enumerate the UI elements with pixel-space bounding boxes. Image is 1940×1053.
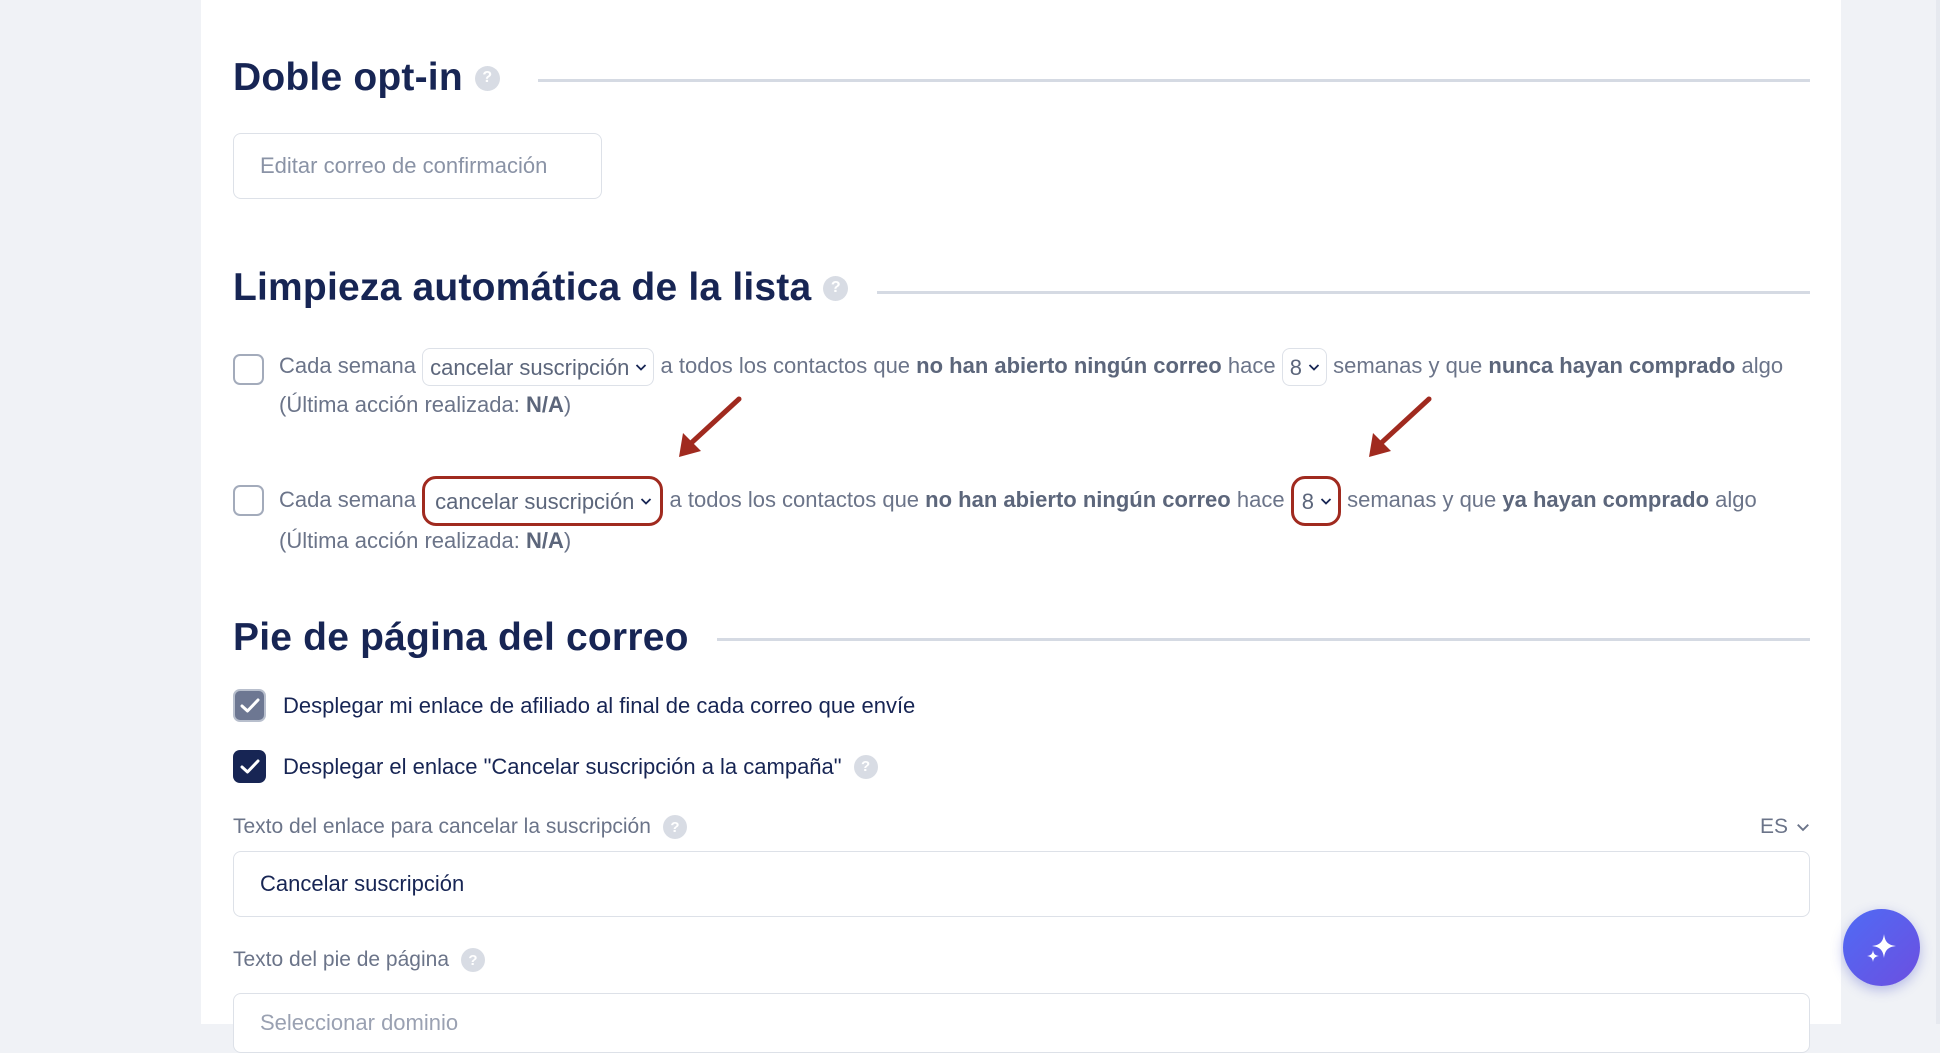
last-action-label: (Última acción realizada: <box>279 392 520 418</box>
cleanup-rule-1-text: Cada semana cancelar suscripción a todos… <box>279 347 1810 423</box>
chevron-down-icon <box>1797 824 1809 832</box>
sparkle-icon <box>1866 933 1896 962</box>
cleanup-rule-2: Cada semana cancelar suscripción a todos… <box>233 476 1810 556</box>
help-icon[interactable]: ? <box>461 948 485 972</box>
action-select[interactable]: cancelar suscripción <box>422 348 655 387</box>
rule-middle: a todos los contactos que <box>669 486 920 512</box>
last-action-value: N/A <box>526 392 564 418</box>
weeks-select[interactable]: 8 <box>1290 476 1341 526</box>
footer-text-label-text: Texto del pie de página <box>233 948 449 971</box>
cleanup-rule-1: Cada semana cancelar suscripción a todos… <box>233 347 1810 447</box>
rule-purchase: ya hayan comprado <box>1502 486 1710 512</box>
domain-select[interactable]: Seleccionar dominio <box>233 993 1810 1053</box>
affiliate-link-label: Desplegar mi enlace de afiliado al final… <box>283 692 916 718</box>
annotation-arrow-icon <box>1369 396 1432 457</box>
section-divider <box>877 291 1810 294</box>
last-action: (Última acción realizada: N/A) <box>279 526 1810 556</box>
rule-purchase: nunca hayan comprado <box>1488 353 1736 378</box>
scrollbar[interactable] <box>1936 0 1940 1024</box>
unsubscribe-link-checkbox[interactable] <box>233 750 266 783</box>
action-select-value: cancelar suscripción <box>430 354 630 380</box>
footer-title: Pie de página del correo <box>233 616 689 660</box>
double-optin-heading: Doble opt-in <box>233 56 463 99</box>
footer-text-label: Texto del pie de página ? <box>233 948 485 972</box>
rule-condition: no han abierto ningún correo <box>925 486 1231 512</box>
affiliate-link-option[interactable]: Desplegar mi enlace de afiliado al final… <box>233 689 915 722</box>
rule-prefix: Cada semana <box>279 486 416 512</box>
list-cleanup-title: Limpieza automática de la lista ? <box>233 266 849 310</box>
chevron-down-icon <box>641 498 652 505</box>
rule-hace: hace <box>1227 353 1276 378</box>
last-action: (Última acción realizada: N/A) <box>279 392 571 417</box>
unsubscribe-text-input[interactable]: Cancelar suscripción <box>233 851 1810 917</box>
action-select[interactable]: cancelar suscripción <box>422 476 664 526</box>
unsubscribe-link-option[interactable]: Desplegar el enlace "Cancelar suscripció… <box>233 750 878 783</box>
last-action-close: ) <box>563 392 572 418</box>
rule-hace: hace <box>1236 486 1285 512</box>
affiliate-link-checkbox[interactable] <box>233 689 266 722</box>
rule-suffix: algo <box>1741 353 1784 378</box>
help-icon[interactable]: ? <box>662 815 687 839</box>
rule-after-weeks: semanas y que <box>1347 486 1497 512</box>
help-icon[interactable]: ? <box>823 275 849 301</box>
chevron-down-icon <box>1308 364 1320 371</box>
help-icon[interactable]: ? <box>474 65 500 91</box>
cleanup-rule-2-checkbox[interactable] <box>233 485 264 516</box>
weeks-select-value: 8 <box>1301 488 1314 514</box>
rule-prefix: Cada semana <box>279 353 416 378</box>
chevron-down-icon <box>1320 498 1332 505</box>
unsubscribe-text-label: Texto del enlace para cancelar la suscri… <box>233 815 687 839</box>
cleanup-rule-1-checkbox[interactable] <box>233 354 264 385</box>
check-icon <box>240 698 259 712</box>
unsubscribe-text-label-text: Texto del enlace para cancelar la suscri… <box>233 815 651 838</box>
footer-heading: Pie de página del correo <box>233 616 689 659</box>
chevron-down-icon <box>636 364 647 371</box>
rule-suffix: algo <box>1715 486 1757 512</box>
cleanup-rule-2-text: Cada semana cancelar suscripción a todos… <box>279 476 1810 556</box>
language-select-value: ES <box>1759 815 1788 838</box>
last-action-close: ) <box>563 528 572 553</box>
rule-after-weeks: semanas y que <box>1333 353 1483 378</box>
rule-middle: a todos los contactos que <box>660 353 911 378</box>
check-icon <box>240 759 259 773</box>
list-cleanup-heading: Limpieza automática de la lista <box>233 266 812 309</box>
domain-select-placeholder: Seleccionar dominio <box>260 1010 459 1035</box>
edit-confirmation-email-button[interactable]: Editar correo de confirmación <box>233 133 602 199</box>
section-divider <box>538 79 1810 82</box>
double-optin-title: Doble opt-in ? <box>233 56 500 100</box>
unsubscribe-link-label: Desplegar el enlace "Cancelar suscripció… <box>283 753 842 779</box>
rule-condition: no han abierto ningún correo <box>916 353 1222 378</box>
last-action-label: (Última acción realizada: <box>279 528 520 553</box>
ai-assistant-button[interactable] <box>1843 909 1920 986</box>
section-divider <box>717 638 1810 641</box>
help-icon[interactable]: ? <box>853 754 878 779</box>
last-action-value: N/A <box>526 528 564 553</box>
weeks-select[interactable]: 8 <box>1281 348 1327 387</box>
weeks-select-value: 8 <box>1289 354 1302 380</box>
language-select[interactable]: ES <box>1760 815 1810 839</box>
annotation-arrow-icon <box>679 396 742 457</box>
action-select-value: cancelar suscripción <box>435 488 635 514</box>
